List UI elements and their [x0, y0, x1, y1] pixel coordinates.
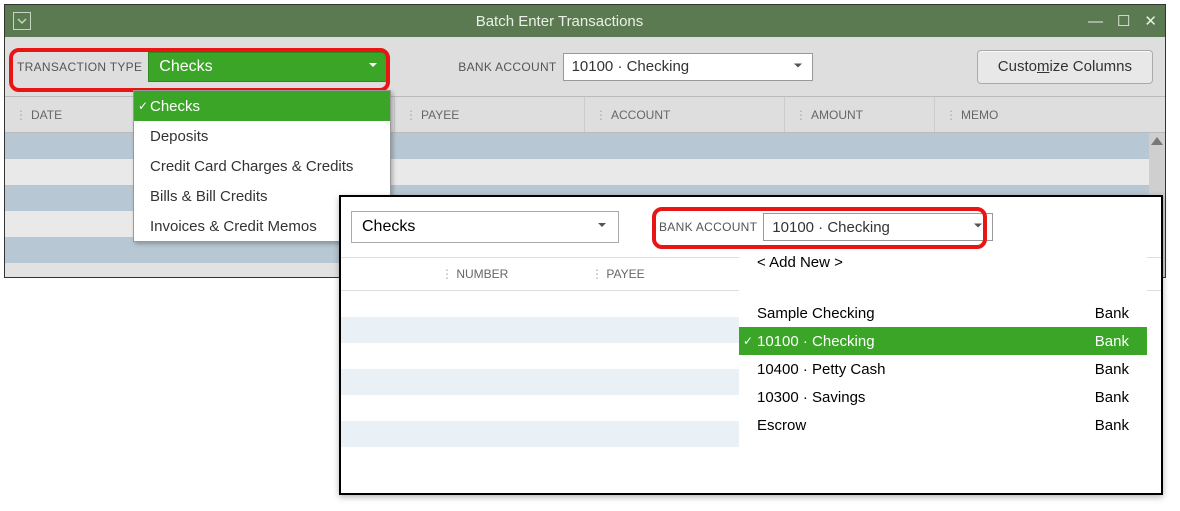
- transaction-type-value: Checks: [159, 58, 212, 76]
- customize-columns-button[interactable]: Customize Columns: [977, 50, 1153, 84]
- account-menu-item-name: 10400 · Petty Cash: [757, 361, 885, 378]
- grip-icon: ⋮: [795, 108, 807, 122]
- col-memo: MEMO: [961, 108, 998, 122]
- grip-icon: ⋮: [405, 108, 417, 122]
- account-menu-item-type: Bank: [1095, 417, 1129, 434]
- chevron-down-icon: [972, 219, 984, 236]
- fg-bank-account-label: BANK ACCOUNT: [659, 220, 757, 234]
- fg-transaction-type-dropdown[interactable]: Checks: [351, 211, 619, 243]
- grip-icon: ⋮: [945, 108, 957, 122]
- col-account: ACCOUNT: [611, 108, 670, 122]
- customize-columns-label-pre: Custo: [998, 58, 1037, 75]
- fg-col-payee: PAYEE: [606, 267, 644, 281]
- account-menu-item-name: 10300 · Savings: [757, 389, 865, 406]
- fg-bank-account-value: 10100 · Checking: [772, 219, 890, 236]
- scroll-up-icon[interactable]: [1151, 137, 1163, 145]
- maximize-icon[interactable]: ☐: [1117, 14, 1130, 29]
- foreground-panel: Checks BANK ACCOUNT 10100 · Checking ⋮ N…: [339, 195, 1163, 495]
- transaction-type-dropdown[interactable]: Checks: [148, 52, 388, 82]
- type-menu-item-cc-charges[interactable]: Credit Card Charges & Credits: [134, 151, 390, 181]
- minimize-icon[interactable]: —: [1088, 14, 1103, 29]
- close-icon[interactable]: ✕: [1144, 14, 1157, 29]
- customize-columns-label-post: ize Columns: [1049, 58, 1132, 75]
- grip-icon: ⋮: [15, 108, 27, 122]
- fg-col-number: NUMBER: [456, 267, 508, 281]
- account-menu-item[interactable]: Sample Checking Bank: [739, 299, 1147, 327]
- table-row[interactable]: [341, 369, 739, 395]
- account-menu-item[interactable]: Escrow Bank: [739, 411, 1147, 439]
- fg-transaction-type-value: Checks: [362, 218, 415, 236]
- col-date: DATE: [31, 108, 62, 122]
- table-row[interactable]: [341, 421, 739, 447]
- col-payee: PAYEE: [421, 108, 459, 122]
- window-title: Batch Enter Transactions: [31, 13, 1088, 30]
- type-menu-item-checks[interactable]: Checks: [134, 91, 390, 121]
- chevron-down-icon: [367, 58, 379, 76]
- account-menu-item-type: Bank: [1095, 389, 1129, 406]
- table-row[interactable]: [341, 447, 739, 473]
- col-amount: AMOUNT: [811, 108, 863, 122]
- account-menu-item[interactable]: 10300 · Savings Bank: [739, 383, 1147, 411]
- transaction-type-label: TRANSACTION TYPE: [17, 60, 142, 74]
- account-menu-item[interactable]: 10400 · Petty Cash Bank: [739, 355, 1147, 383]
- titlebar: Batch Enter Transactions — ☐ ✕: [5, 5, 1165, 37]
- account-menu-item-type: Bank: [1095, 333, 1129, 350]
- window-menu-icon[interactable]: [13, 12, 31, 30]
- bank-account-label: BANK ACCOUNT: [458, 60, 556, 74]
- customize-columns-label-m: m: [1037, 58, 1050, 75]
- table-row[interactable]: [341, 395, 739, 421]
- account-menu-add-new[interactable]: < Add New >: [739, 247, 1147, 277]
- account-menu-item-name: Sample Checking: [757, 305, 875, 322]
- bank-account-dropdown[interactable]: 10100 · Checking: [563, 53, 813, 81]
- bank-account-value: 10100 · Checking: [572, 58, 690, 75]
- account-menu-item-name: Escrow: [757, 417, 806, 434]
- table-row[interactable]: [341, 291, 739, 317]
- grip-icon: ⋮: [595, 108, 607, 122]
- account-menu-item-type: Bank: [1095, 361, 1129, 378]
- chevron-down-icon: [792, 58, 804, 75]
- chevron-down-icon: [596, 218, 608, 236]
- account-menu-item-type: Bank: [1095, 305, 1129, 322]
- window-controls: — ☐ ✕: [1088, 14, 1157, 29]
- toolbar: TRANSACTION TYPE Checks BANK ACCOUNT 101…: [5, 37, 1165, 97]
- type-menu-item-deposits[interactable]: Deposits: [134, 121, 390, 151]
- account-menu-item-name: 10100 · Checking: [757, 333, 875, 350]
- account-menu-item[interactable]: 10100 · Checking Bank: [739, 327, 1147, 355]
- fg-bank-account-dropdown[interactable]: 10100 · Checking: [763, 213, 993, 241]
- bank-account-menu: < Add New > Sample Checking Bank 10100 · …: [739, 247, 1147, 439]
- table-row[interactable]: [341, 343, 739, 369]
- table-row[interactable]: [341, 317, 739, 343]
